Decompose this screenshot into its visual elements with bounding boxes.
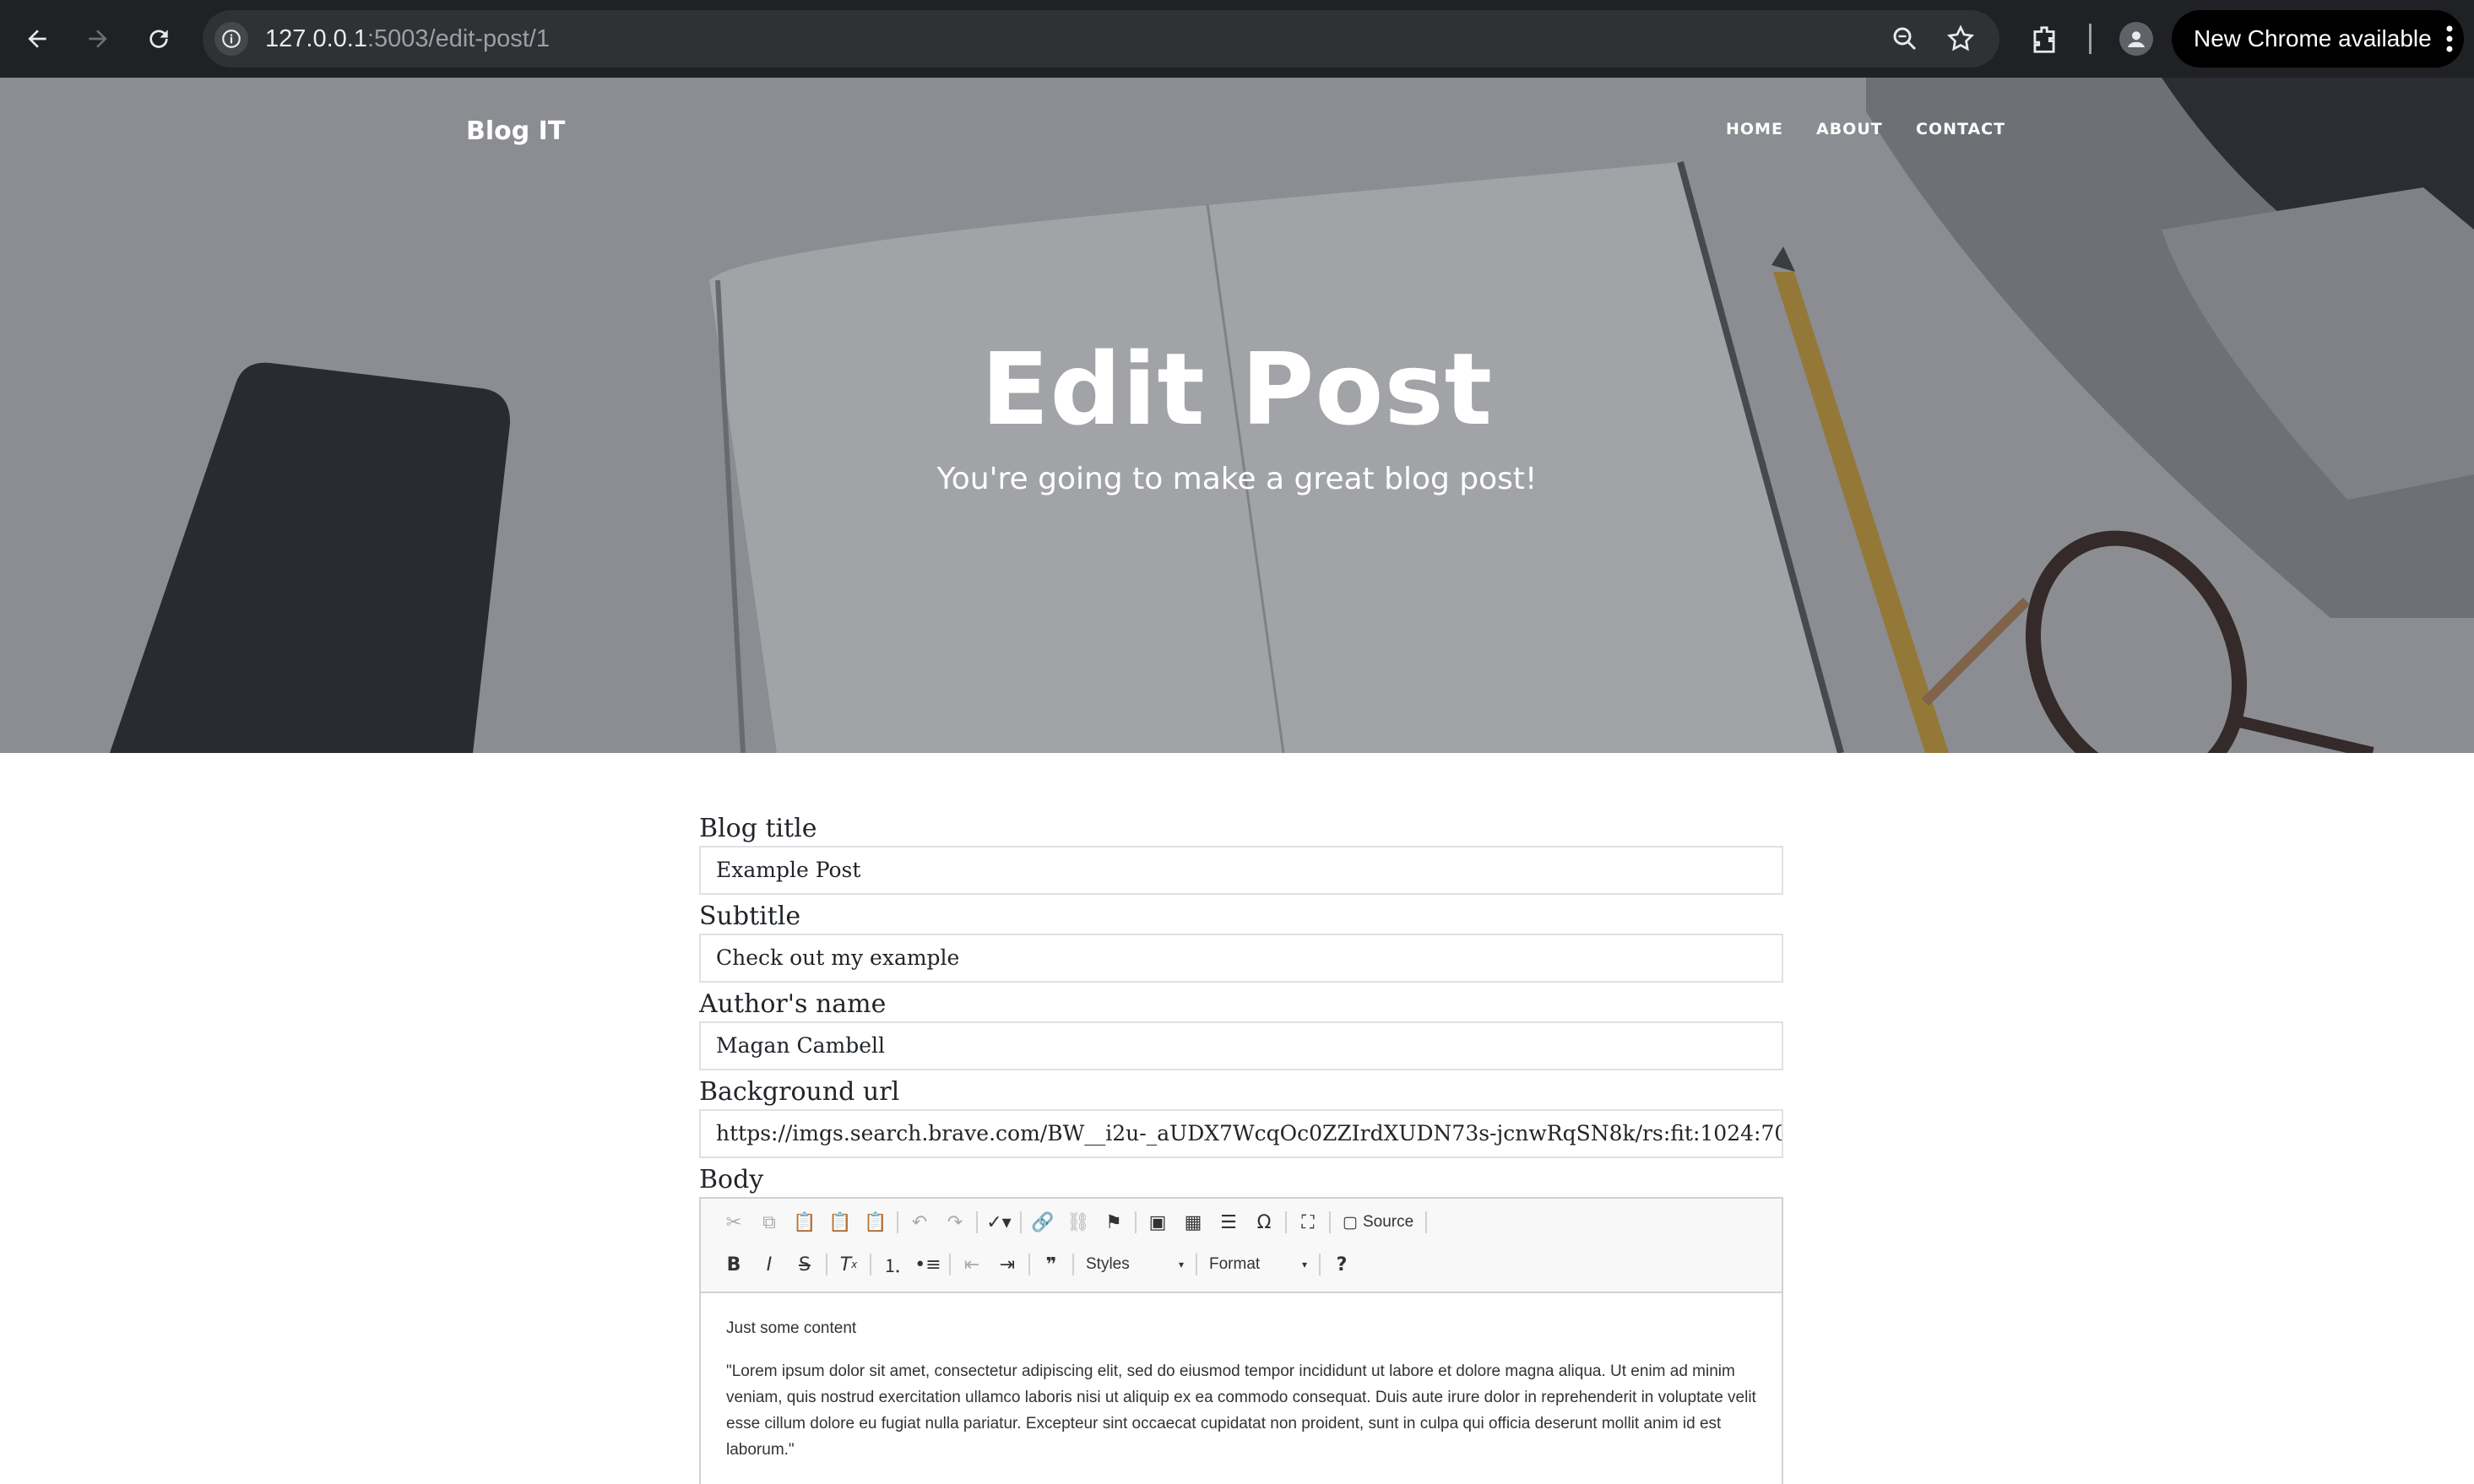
- forward-icon[interactable]: [78, 19, 118, 59]
- format-label: Format: [1209, 1255, 1261, 1273]
- maximize-icon[interactable]: ⛶: [1290, 1205, 1326, 1239]
- paste-text-icon[interactable]: 📋: [822, 1205, 858, 1239]
- indent-icon[interactable]: ⇥: [990, 1248, 1025, 1281]
- hero-header: Blog IT HOME ABOUT CONTACT Edit Post You…: [0, 78, 2474, 753]
- dropdown-arrow-icon: ▾: [1301, 1259, 1307, 1270]
- browser-toolbar: 127.0.0.1:5003/edit-post/1 New Chrome av…: [0, 0, 2474, 78]
- bookmark-star-icon[interactable]: [1945, 24, 1976, 57]
- italic-icon[interactable]: I: [751, 1248, 787, 1281]
- toolbar-separator: [826, 1254, 827, 1275]
- table-icon[interactable]: ▦: [1175, 1205, 1211, 1239]
- nav-contact[interactable]: CONTACT: [1916, 120, 2005, 138]
- reload-icon[interactable]: [138, 19, 179, 59]
- anchor-flag-icon[interactable]: ⚑: [1096, 1205, 1131, 1239]
- toolbar-separator: [1285, 1211, 1287, 1233]
- toolbar-separator: [949, 1254, 951, 1275]
- back-icon[interactable]: [17, 19, 57, 59]
- subtitle-input[interactable]: Check out my example: [699, 934, 1783, 983]
- spellcheck-icon[interactable]: ✓▾: [981, 1205, 1017, 1239]
- zoom-icon[interactable]: [1890, 24, 1920, 57]
- extensions-icon[interactable]: [2028, 24, 2060, 59]
- site-brand[interactable]: Blog IT: [466, 116, 565, 146]
- body-label: Body: [699, 1165, 764, 1194]
- toolbar-separator: [870, 1254, 871, 1275]
- styles-dropdown[interactable]: Styles ▾: [1077, 1248, 1192, 1281]
- strikethrough-icon[interactable]: S: [787, 1248, 822, 1281]
- unlink-icon[interactable]: ⛓: [1061, 1205, 1096, 1239]
- subtitle-label: Subtitle: [699, 902, 801, 931]
- title-label: Blog title: [699, 814, 817, 843]
- update-chrome-label: New Chrome available: [2194, 25, 2432, 51]
- horizontal-line-icon[interactable]: ☰: [1211, 1205, 1246, 1239]
- special-char-icon[interactable]: Ω: [1246, 1205, 1282, 1239]
- page-subtitle: You're going to make a great blog post!: [936, 462, 1538, 496]
- editor-content[interactable]: Just some content "Lorem ipsum dolor sit…: [701, 1293, 1782, 1484]
- paste-word-icon[interactable]: 📋: [858, 1205, 893, 1239]
- image-icon[interactable]: ▣: [1140, 1205, 1175, 1239]
- toolbar-separator: [1329, 1211, 1331, 1233]
- toolbar-separator: [1319, 1254, 1321, 1275]
- title-input[interactable]: Example Post: [699, 846, 1783, 895]
- toolbar-separator: [1028, 1254, 1030, 1275]
- background-url-input[interactable]: https://imgs.search.brave.com/BW__i2u-_a…: [699, 1109, 1783, 1158]
- nav-home[interactable]: HOME: [1726, 120, 1783, 138]
- toolbar-separator: [897, 1211, 898, 1233]
- paste-icon[interactable]: 📋: [787, 1205, 822, 1239]
- source-button[interactable]: ▢ Source: [1334, 1205, 1422, 1239]
- toolbar-separator: [1135, 1211, 1137, 1233]
- author-input[interactable]: Magan Cambell: [699, 1021, 1783, 1070]
- redo-icon[interactable]: ↷: [937, 1205, 973, 1239]
- page-title: Edit Post: [980, 331, 1494, 447]
- undo-icon[interactable]: ↶: [902, 1205, 937, 1239]
- editor-toolbar: ✂ ⧉ 📋 📋 📋 ↶ ↷ ✓▾ 🔗 ⛓ ⚑ ▣ ▦ ☰ Ω ⛶ ▢ Sourc…: [701, 1199, 1782, 1293]
- styles-label: Styles: [1086, 1255, 1130, 1273]
- edit-post-form: Blog title Example Post Subtitle Check o…: [699, 812, 1783, 1484]
- numbered-list-icon[interactable]: ⒈: [875, 1248, 910, 1281]
- nav-about[interactable]: ABOUT: [1816, 120, 1883, 138]
- toolbar-separator: [1196, 1254, 1197, 1275]
- dropdown-arrow-icon: ▾: [1178, 1259, 1184, 1270]
- bulleted-list-icon[interactable]: •≡: [910, 1248, 946, 1281]
- editor-paragraph: Just some content: [726, 1319, 857, 1337]
- profile-avatar[interactable]: [2119, 22, 2153, 56]
- link-icon[interactable]: 🔗: [1025, 1205, 1061, 1239]
- background-url-label: Background url: [699, 1077, 900, 1107]
- update-chrome-button[interactable]: New Chrome available: [2172, 10, 2464, 68]
- format-dropdown[interactable]: Format ▾: [1201, 1248, 1316, 1281]
- bold-icon[interactable]: B: [716, 1248, 751, 1281]
- author-label: Author's name: [699, 989, 887, 1019]
- address-bar[interactable]: 127.0.0.1:5003/edit-post/1: [203, 10, 1999, 68]
- toolbar-separator: [1020, 1211, 1022, 1233]
- site-info-icon[interactable]: [214, 22, 248, 56]
- editor-paragraph: "Lorem ipsum dolor sit amet, consectetur…: [726, 1362, 1756, 1459]
- toolbar-divider: [2089, 24, 2092, 54]
- cut-icon[interactable]: ✂: [716, 1205, 751, 1239]
- outdent-icon[interactable]: ⇤: [954, 1248, 990, 1281]
- remove-format-icon[interactable]: Tx: [831, 1248, 866, 1281]
- url-text: 127.0.0.1:5003/edit-post/1: [265, 25, 550, 52]
- source-label: Source: [1362, 1213, 1414, 1231]
- rich-text-editor: ✂ ⧉ 📋 📋 📋 ↶ ↷ ✓▾ 🔗 ⛓ ⚑ ▣ ▦ ☰ Ω ⛶ ▢ Sourc…: [699, 1197, 1783, 1484]
- toolbar-separator: [1425, 1211, 1428, 1233]
- copy-icon[interactable]: ⧉: [751, 1205, 787, 1239]
- toolbar-separator: [1072, 1254, 1074, 1275]
- toolbar-separator: [976, 1211, 978, 1233]
- source-icon: ▢: [1343, 1213, 1358, 1232]
- blockquote-icon[interactable]: ❞: [1034, 1248, 1069, 1281]
- help-icon[interactable]: ?: [1324, 1248, 1359, 1281]
